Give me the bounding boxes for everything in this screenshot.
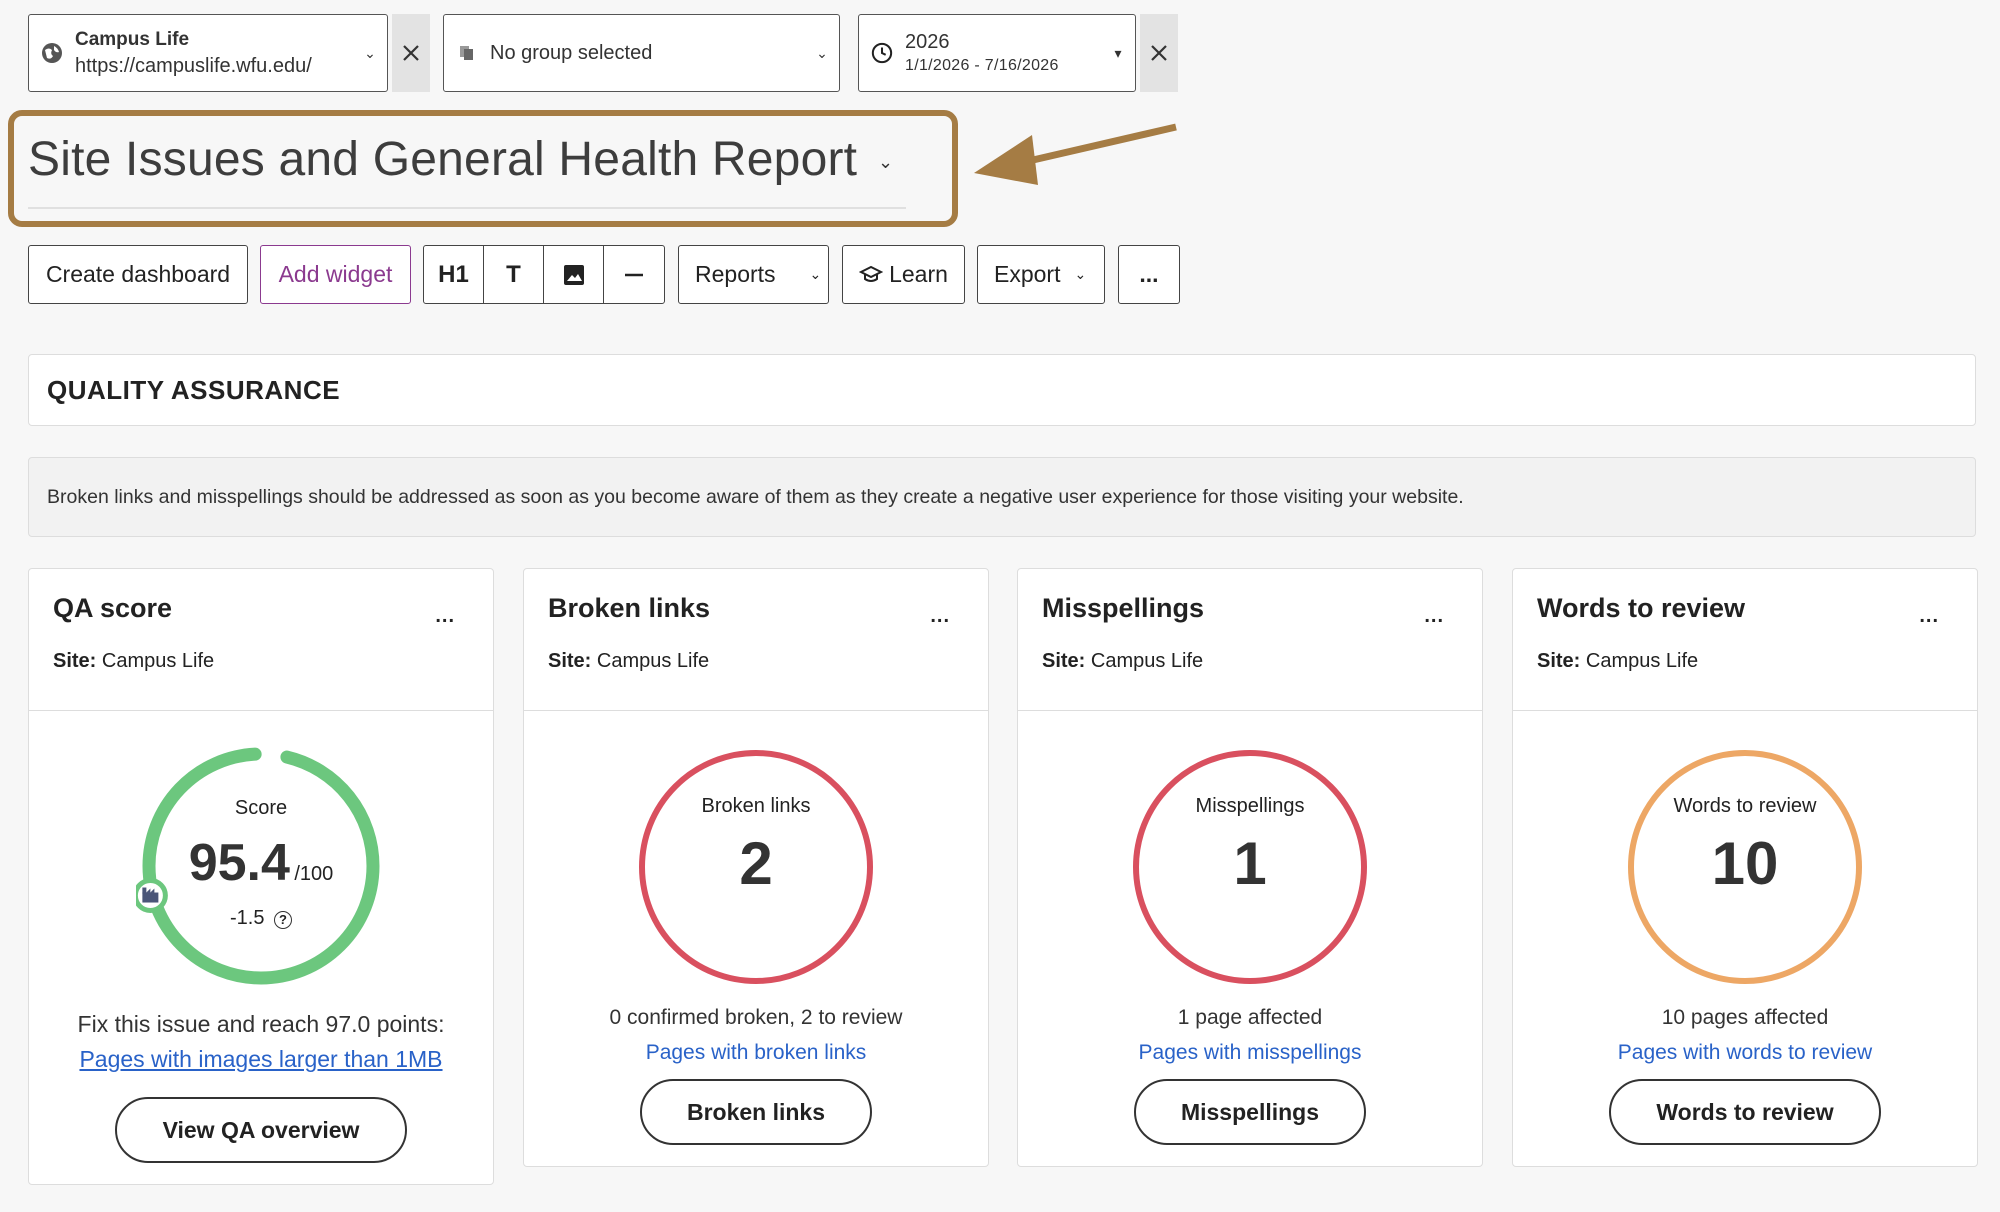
close-icon <box>1151 45 1167 61</box>
site-filter-url: https://campuslife.wfu.edu/ <box>75 54 312 77</box>
reports-dropdown[interactable]: Reports ⌄ <box>678 245 829 304</box>
add-widget-button[interactable]: Add widget <box>260 245 411 304</box>
chevron-down-icon: ⌄ <box>809 266 822 282</box>
date-filter-year: 2026 <box>905 31 950 53</box>
card-title: Words to review <box>1537 593 1746 623</box>
qa-score-card: QA score ... Site: Campus Life Score 95.… <box>28 568 494 1185</box>
card-site: Site: Campus Life <box>548 650 964 673</box>
divider-icon <box>625 273 643 276</box>
title-divider <box>28 207 906 209</box>
reports-label: Reports <box>695 261 776 287</box>
card-site: Site: Campus Life <box>1042 650 1458 673</box>
card-site: Site: Campus Life <box>53 650 469 673</box>
globe-icon <box>41 42 63 64</box>
annotation-arrow-icon <box>974 123 1177 185</box>
misspellings-caption: 1 page affected <box>1177 1006 1323 1029</box>
learn-button[interactable]: Learn <box>842 245 965 304</box>
card-menu-button[interactable]: ... <box>435 605 455 628</box>
qa-issue-link[interactable]: Pages with images larger than 1MB <box>29 1046 493 1073</box>
more-options-button[interactable]: ... <box>1118 245 1180 304</box>
qa-score-value: 95.4 <box>188 834 290 892</box>
section-title: QUALITY ASSURANCE <box>28 354 1976 426</box>
create-dashboard-button[interactable]: Create dashboard <box>28 245 248 304</box>
site-value: Campus Life <box>1585 650 1699 672</box>
site-filter[interactable]: Campus Life https://campuslife.wfu.edu/ … <box>28 14 388 92</box>
broken-links-link[interactable]: Pages with broken links <box>524 1041 988 1065</box>
clock-icon <box>871 42 893 64</box>
group-icon <box>456 42 478 64</box>
card-menu-button[interactable]: ... <box>1424 605 1444 628</box>
ring-label: Score <box>234 797 288 819</box>
title-chevron-down-icon[interactable]: ⌄ <box>878 152 893 173</box>
insert-divider-button[interactable] <box>604 246 664 303</box>
misspellings-value: 1 <box>1233 830 1267 897</box>
insert-text-button[interactable]: T <box>484 246 544 303</box>
misspellings-link[interactable]: Pages with misspellings <box>1018 1041 1482 1065</box>
words-to-review-caption: 10 pages affected <box>1661 1006 1829 1029</box>
card-title: QA score <box>53 593 173 623</box>
section-description: Broken links and misspellings should be … <box>28 457 1976 537</box>
card-title: Misspellings <box>1042 593 1205 623</box>
caret-down-icon: ▾ <box>1114 44 1122 61</box>
site-value: Campus Life <box>596 650 710 672</box>
ring-label: Broken links <box>701 795 811 817</box>
qa-caption: Fix this issue and reach 97.0 points: <box>77 1011 445 1037</box>
insert-tools-group: H1 T <box>423 245 665 304</box>
card-site: Site: Campus Life <box>1537 650 1953 673</box>
close-icon <box>403 45 419 61</box>
view-qa-overview-button[interactable]: View QA overview <box>115 1097 407 1163</box>
ring-label: Misspellings <box>1195 795 1305 817</box>
date-filter[interactable]: 2026 1/1/2026 - 7/16/2026 ▾ <box>858 14 1136 92</box>
misspellings-button[interactable]: Misspellings <box>1134 1079 1366 1145</box>
qa-score-max: /100 <box>294 863 334 885</box>
broken-links-value: 2 <box>739 830 773 897</box>
words-to-review-button[interactable]: Words to review <box>1609 1079 1881 1145</box>
words-to-review-link[interactable]: Pages with words to review <box>1513 1041 1977 1065</box>
report-title[interactable]: Site Issues and General Health Report <box>28 132 857 187</box>
group-filter[interactable]: No group selected ⌄ <box>443 14 840 92</box>
chevron-down-icon: ⌄ <box>364 44 376 61</box>
help-icon[interactable]: ? <box>274 911 293 929</box>
qa-score-change: -1.5 <box>229 907 265 929</box>
site-label: Site: <box>548 650 592 672</box>
broken-links-button[interactable]: Broken links <box>640 1079 872 1145</box>
site-label: Site: <box>53 650 97 672</box>
words-to-review-card: Words to review ... Site: Campus Life Wo… <box>1512 568 1978 1167</box>
card-menu-button[interactable]: ... <box>1919 605 1939 628</box>
broken-links-card: Broken links ... Site: Campus Life Broke… <box>523 568 989 1167</box>
graduation-cap-icon <box>859 265 884 282</box>
insert-heading-button[interactable]: H1 <box>424 246 484 303</box>
learn-label: Learn <box>889 261 948 287</box>
ring-label: Words to review <box>1673 795 1817 817</box>
export-dropdown[interactable]: Export ⌄ <box>977 245 1105 304</box>
clear-site-filter-button[interactable] <box>392 14 430 92</box>
site-value: Campus Life <box>1090 650 1204 672</box>
site-filter-name: Campus Life <box>75 28 190 50</box>
chevron-down-icon: ⌄ <box>816 44 828 61</box>
broken-links-caption: 0 confirmed broken, 2 to review <box>609 1006 903 1029</box>
site-label: Site: <box>1042 650 1086 672</box>
group-filter-label: No group selected <box>490 41 653 64</box>
card-menu-button[interactable]: ... <box>930 605 950 628</box>
export-label: Export <box>994 261 1061 287</box>
clear-date-filter-button[interactable] <box>1140 14 1178 92</box>
chevron-down-icon: ⌄ <box>1074 266 1087 282</box>
misspellings-card: Misspellings ... Site: Campus Life Missp… <box>1017 568 1483 1167</box>
words-to-review-value: 10 <box>1711 830 1779 897</box>
date-filter-range: 1/1/2026 - 7/16/2026 <box>905 57 1059 74</box>
image-icon <box>563 264 584 285</box>
card-title: Broken links <box>548 593 711 623</box>
site-label: Site: <box>1537 650 1581 672</box>
insert-image-button[interactable] <box>544 246 604 303</box>
site-value: Campus Life <box>101 650 215 672</box>
